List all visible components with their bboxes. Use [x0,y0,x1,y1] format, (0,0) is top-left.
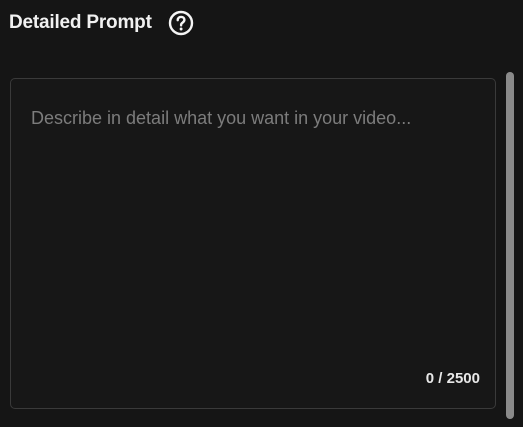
prompt-textarea-container: 0 / 2500 [10,78,496,409]
character-counter: 0 / 2500 [425,370,480,387]
prompt-header: Detailed Prompt [9,10,194,36]
vertical-scrollbar[interactable] [506,72,514,419]
scrollbar-thumb[interactable] [506,72,514,419]
question-circle-icon [168,10,193,36]
detailed-prompt-textarea[interactable] [11,79,495,408]
section-title: Detailed Prompt [9,12,152,33]
detailed-prompt-panel: Detailed Prompt 0 / 2500 [0,0,523,427]
help-button[interactable] [168,10,194,36]
